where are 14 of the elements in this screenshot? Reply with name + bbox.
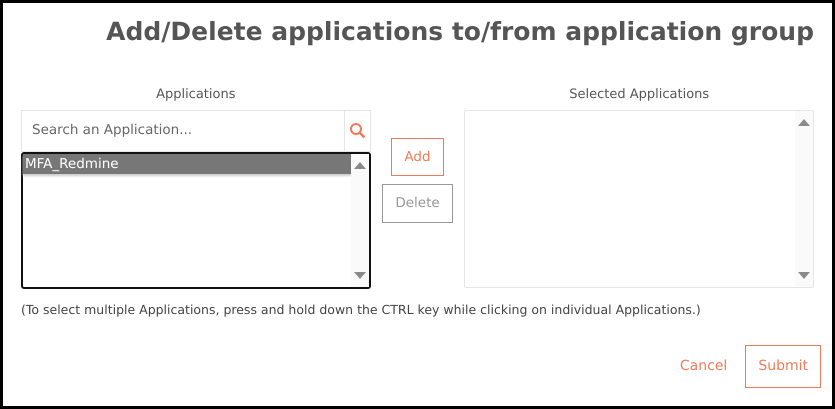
application-list[interactable]: MFA_Redmine (21, 152, 371, 288)
column-label: Applications (155, 86, 236, 104)
list-item[interactable]: MFA_Redmine (23, 154, 351, 174)
scroll-up-icon[interactable] (354, 162, 366, 168)
cancel-button[interactable]: Cancel (674, 355, 734, 378)
dialog-title: Add/Delete applications to/from application group (105, 17, 814, 47)
scroll-up-icon[interactable] (798, 118, 810, 126)
search-icon[interactable] (348, 122, 366, 139)
action-button[interactable]: Add (391, 138, 444, 176)
scroll-down-icon[interactable] (798, 272, 810, 278)
submit-button[interactable]: Submit (745, 345, 821, 388)
column-label: Selected Applications (568, 86, 710, 104)
hint-text: (To select multiple Applications, press and hold down the CTRL key while clicking on individual Applications.) (21, 300, 702, 319)
scroll-down-icon[interactable] (354, 272, 366, 278)
